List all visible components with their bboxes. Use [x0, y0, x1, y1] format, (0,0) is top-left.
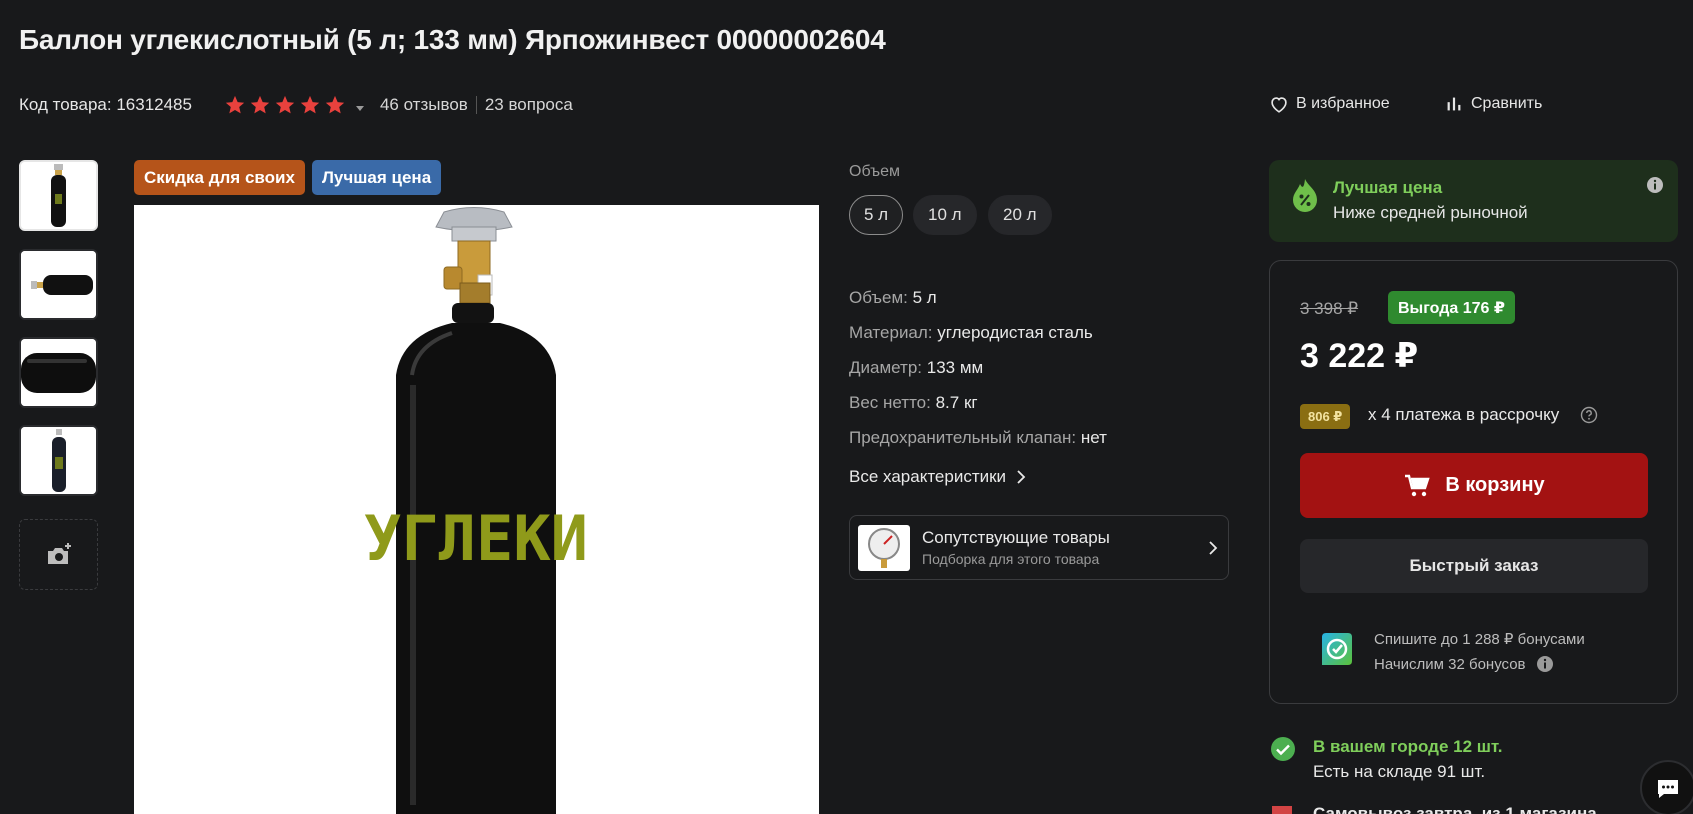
spec-key: Вес нетто: — [849, 393, 931, 412]
city-stock[interactable]: В вашем городе 12 шт. — [1313, 737, 1503, 757]
add-photo-button[interactable] — [19, 519, 98, 590]
spec-row: Диаметр: 133 мм — [849, 358, 983, 378]
star-icon — [324, 94, 346, 116]
add-to-favorites-button[interactable]: В избранное — [1268, 93, 1390, 115]
best-price-subtitle: Ниже средней рыночной — [1333, 203, 1528, 222]
best-price-title: Лучшая цена — [1333, 178, 1443, 197]
product-code: Код товара: 16312485 — [19, 95, 192, 114]
related-subtitle: Подборка для этого товара — [922, 551, 1100, 567]
product-title: Баллон углекислотный (5 л; 133 мм) Ярпож… — [19, 24, 886, 55]
bonus-spend-text: Спишите до 1 288 ₽ бонусами — [1374, 631, 1585, 648]
cylinder-thumbnail — [21, 162, 96, 229]
spec-value: углеродистая сталь — [937, 323, 1093, 342]
cylinder-front-thumbnail — [21, 427, 96, 494]
spec-row: Объем: 5 л — [849, 288, 937, 308]
bonus-logo-icon — [1322, 633, 1352, 665]
spec-row: Предохранительный клапан: нет — [849, 428, 1107, 448]
thumbnail-1[interactable] — [19, 160, 98, 231]
main-product-image[interactable]: УГЛЕКИ — [134, 205, 819, 814]
chevron-down-icon[interactable] — [354, 99, 366, 111]
chat-bubble-icon — [1658, 780, 1678, 798]
spec-key: Объем: — [849, 288, 908, 307]
heart-icon — [1271, 97, 1287, 113]
thumbnail-2[interactable] — [19, 249, 98, 320]
camera-add-icon — [47, 542, 71, 564]
current-price: 3 222 ₽ — [1300, 337, 1419, 375]
info-icon[interactable] — [1536, 655, 1554, 673]
volume-option-10l[interactable]: 10 л — [913, 195, 977, 235]
chevron-right-icon — [1209, 540, 1218, 555]
thumbnail-3[interactable] — [19, 337, 98, 408]
check-circle-icon — [1271, 737, 1295, 761]
spec-value: нет — [1080, 428, 1107, 447]
info-icon[interactable] — [1646, 176, 1664, 194]
thumbnail-4[interactable] — [19, 425, 98, 496]
compare-icon — [1447, 97, 1461, 111]
chat-button[interactable] — [1640, 760, 1693, 814]
volume-option-20l[interactable]: 20 л — [988, 195, 1052, 235]
spec-value: 133 мм — [926, 358, 984, 377]
cylinder-side-thumbnail — [21, 251, 96, 318]
cart-button-label: В корзину — [1445, 474, 1545, 496]
related-products-card[interactable]: Сопутствующие товары Подборка для этого … — [849, 515, 1229, 580]
pickup-info[interactable]: Самовывоз завтра, из 1 магазина — [1313, 803, 1597, 814]
best-price-badge: Лучшая цена — [312, 160, 442, 195]
installment-text: х 4 платежа в рассрочку — [1368, 405, 1560, 424]
star-icon — [224, 94, 246, 116]
flame-percent-icon — [1293, 179, 1317, 212]
question-icon[interactable] — [1580, 406, 1598, 424]
questions-link[interactable]: 23 вопроса — [485, 95, 573, 115]
star-icon — [274, 94, 296, 116]
add-to-cart-button[interactable]: В корзину — [1300, 453, 1648, 518]
related-title: Сопутствующие товары — [922, 528, 1110, 547]
spec-value: 5 л — [912, 288, 937, 307]
rating-stars[interactable] — [224, 94, 346, 116]
spec-key: Диаметр: — [849, 358, 923, 377]
cylinder-label-text: УГЛЕКИ — [364, 502, 588, 575]
gas-cylinder-image: УГЛЕКИ — [134, 205, 819, 814]
divider — [475, 96, 477, 114]
all-specs-link[interactable]: Все характеристики — [849, 467, 1028, 487]
spec-row: Материал: углеродистая сталь — [849, 323, 1093, 343]
favorites-label: В избранное — [1296, 95, 1390, 112]
discount-badge: Скидка для своих — [134, 160, 305, 195]
bonus-earn-text: Начислим 32 бонусов — [1374, 655, 1526, 673]
pressure-gauge-image — [858, 524, 910, 571]
installment-amount: 806 ₽ — [1300, 404, 1351, 429]
cart-icon — [1405, 474, 1430, 496]
product-meta: Код товара: 16312485 46 отзывов 23 вопро… — [19, 93, 573, 117]
warehouse-stock: Есть на складе 91 шт. — [1313, 762, 1486, 781]
price-card: 3 398 ₽ Выгода 176 ₽ 3 222 ₽ 806 ₽ х 4 п… — [1269, 260, 1678, 704]
compare-label: Сравнить — [1471, 95, 1543, 112]
star-icon — [249, 94, 271, 116]
chevron-right-icon — [1017, 470, 1026, 484]
spec-row: Вес нетто: 8.7 кг — [849, 393, 978, 413]
old-price: 3 398 ₽ — [1300, 299, 1359, 318]
volume-option-5l[interactable]: 5 л — [849, 195, 904, 235]
star-icon — [299, 94, 321, 116]
quick-order-button[interactable]: Быстрый заказ — [1300, 539, 1648, 593]
spec-key: Предохранительный клапан: — [849, 428, 1077, 447]
best-price-panel: Лучшая цена Ниже средней рыночной — [1269, 160, 1678, 242]
bonus-earn-row: Начислим 32 бонусов — [1374, 655, 1554, 673]
store-icon — [1272, 806, 1292, 814]
spec-key: Материал: — [849, 323, 933, 342]
volume-label: Объем — [849, 163, 900, 180]
compare-button[interactable]: Сравнить — [1443, 93, 1542, 115]
cylinder-closeup-thumbnail — [21, 339, 96, 406]
saving-badge: Выгода 176 ₽ — [1388, 291, 1516, 324]
reviews-link[interactable]: 46 отзывов — [380, 95, 468, 115]
all-specs-label: Все характеристики — [849, 467, 1007, 486]
spec-value: 8.7 кг — [935, 393, 978, 412]
